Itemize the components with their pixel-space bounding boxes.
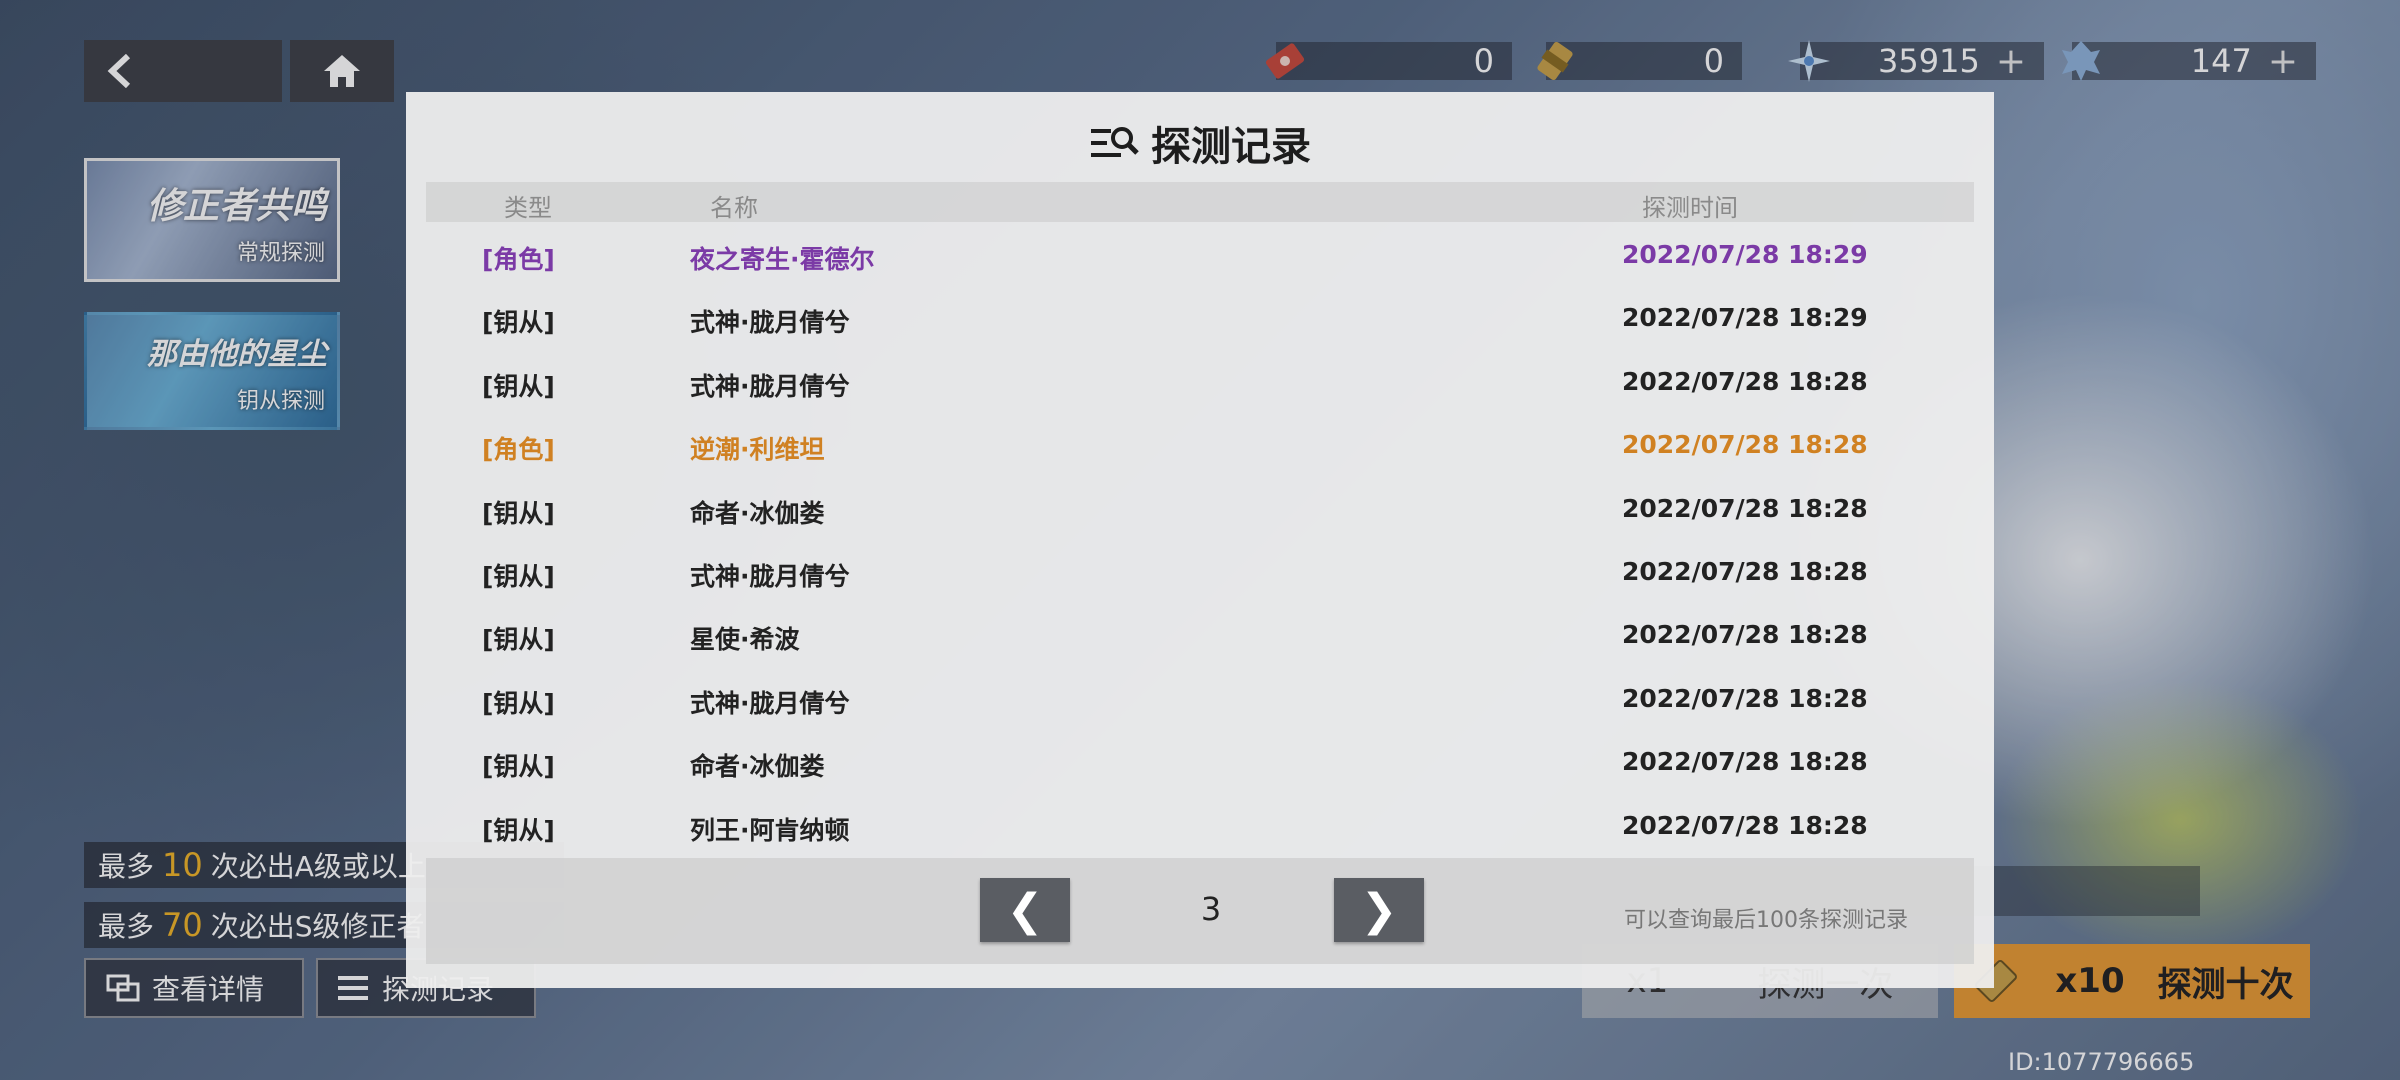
table-row: [钥从] 式神·胧月倩兮 2022/07/28 18:29 — [406, 285, 1994, 348]
row-type: [角色] — [482, 245, 555, 274]
table-row: [钥从] 式神·胧月倩兮 2022/07/28 18:28 — [406, 349, 1994, 412]
row-type: [钥从] — [482, 308, 555, 338]
row-name: 命者·冰伽娄 — [690, 752, 825, 782]
row-type: [钥从] — [482, 498, 555, 528]
row-time: 2022/07/28 18:29 — [1622, 303, 1868, 333]
row-time: 2022/07/28 18:28 — [1622, 493, 1868, 523]
header-type: 类型 — [504, 194, 552, 222]
row-name: 列王·阿肯纳顿 — [690, 815, 850, 845]
prev-page-button[interactable]: ❮ — [980, 878, 1070, 942]
page-number: 3 — [1200, 890, 1222, 928]
records-limit-note: 可以查询最后100条探测记录 — [1624, 908, 1908, 933]
table-row: [钥从] 命者·冰伽娄 2022/07/28 18:28 — [406, 729, 1994, 792]
table-row: [角色] 逆潮·利维坦 2022/07/28 18:28 — [406, 412, 1994, 475]
search-list-icon — [1091, 127, 1139, 157]
row-time: 2022/07/28 18:29 — [1622, 240, 1868, 269]
row-type: [钥从] — [482, 561, 555, 591]
row-time: 2022/07/28 18:28 — [1622, 810, 1868, 840]
row-type: [钥从] — [482, 371, 555, 401]
row-name: 式神·胧月倩兮 — [690, 688, 850, 718]
header-time: 探测时间 — [1642, 194, 1738, 222]
table-row: [钥从] 列王·阿肯纳顿 2022/07/28 18:28 — [406, 793, 1994, 856]
table-row: [钥从] 式神·胧月倩兮 2022/07/28 18:28 — [406, 539, 1994, 602]
row-type: [钥从] — [482, 688, 555, 718]
row-name: 命者·冰伽娄 — [690, 498, 825, 528]
modal-title: 探测记录 — [406, 114, 1994, 172]
row-type: [钥从] — [482, 815, 555, 845]
modal-title-text: 探测记录 — [1151, 124, 1311, 170]
records-modal: 探测记录 类型 名称 探测时间 [角色] 夜之寄生·霍德尔 2022/07/28 1… — [406, 92, 1994, 988]
header-name: 名称 — [710, 194, 758, 222]
table-header: 类型 名称 探测时间 — [426, 182, 1974, 222]
row-time: 2022/07/28 18:28 — [1622, 683, 1868, 713]
next-page-button[interactable]: ❯ — [1334, 878, 1424, 942]
row-type: [角色] — [482, 435, 555, 465]
row-time: 2022/07/28 18:28 — [1622, 430, 1868, 460]
row-type: [钥从] — [482, 625, 555, 655]
pagination-bar: ❮ 3 ❯ 可以查询最后100条探测记录 — [426, 858, 1974, 964]
row-name: 式神·胧月倩兮 — [690, 308, 850, 338]
row-name: 式神·胧月倩兮 — [690, 561, 850, 591]
row-type: [钥从] — [482, 752, 555, 782]
row-name: 夜之寄生·霍德尔 — [690, 245, 875, 274]
records-table: [角色] 夜之寄生·霍德尔 2022/07/28 18:29 [钥从] 式神·胧月倩兮… — [406, 222, 1994, 856]
row-name: 星使·希波 — [690, 625, 800, 655]
table-row: [钥从] 命者·冰伽娄 2022/07/28 18:28 — [406, 476, 1994, 539]
row-time: 2022/07/28 18:28 — [1622, 556, 1868, 586]
row-time: 2022/07/28 18:28 — [1622, 366, 1868, 396]
row-time: 2022/07/28 18:28 — [1622, 747, 1868, 777]
table-row: [钥从] 星使·希波 2022/07/28 18:28 — [406, 602, 1994, 665]
table-row: [角色] 夜之寄生·霍德尔 2022/07/28 18:29 — [406, 222, 1994, 285]
row-time: 2022/07/28 18:28 — [1622, 620, 1868, 650]
table-row: [钥从] 式神·胧月倩兮 2022/07/28 18:28 — [406, 666, 1994, 729]
row-name: 式神·胧月倩兮 — [690, 371, 850, 401]
row-name: 逆潮·利维坦 — [690, 435, 825, 465]
